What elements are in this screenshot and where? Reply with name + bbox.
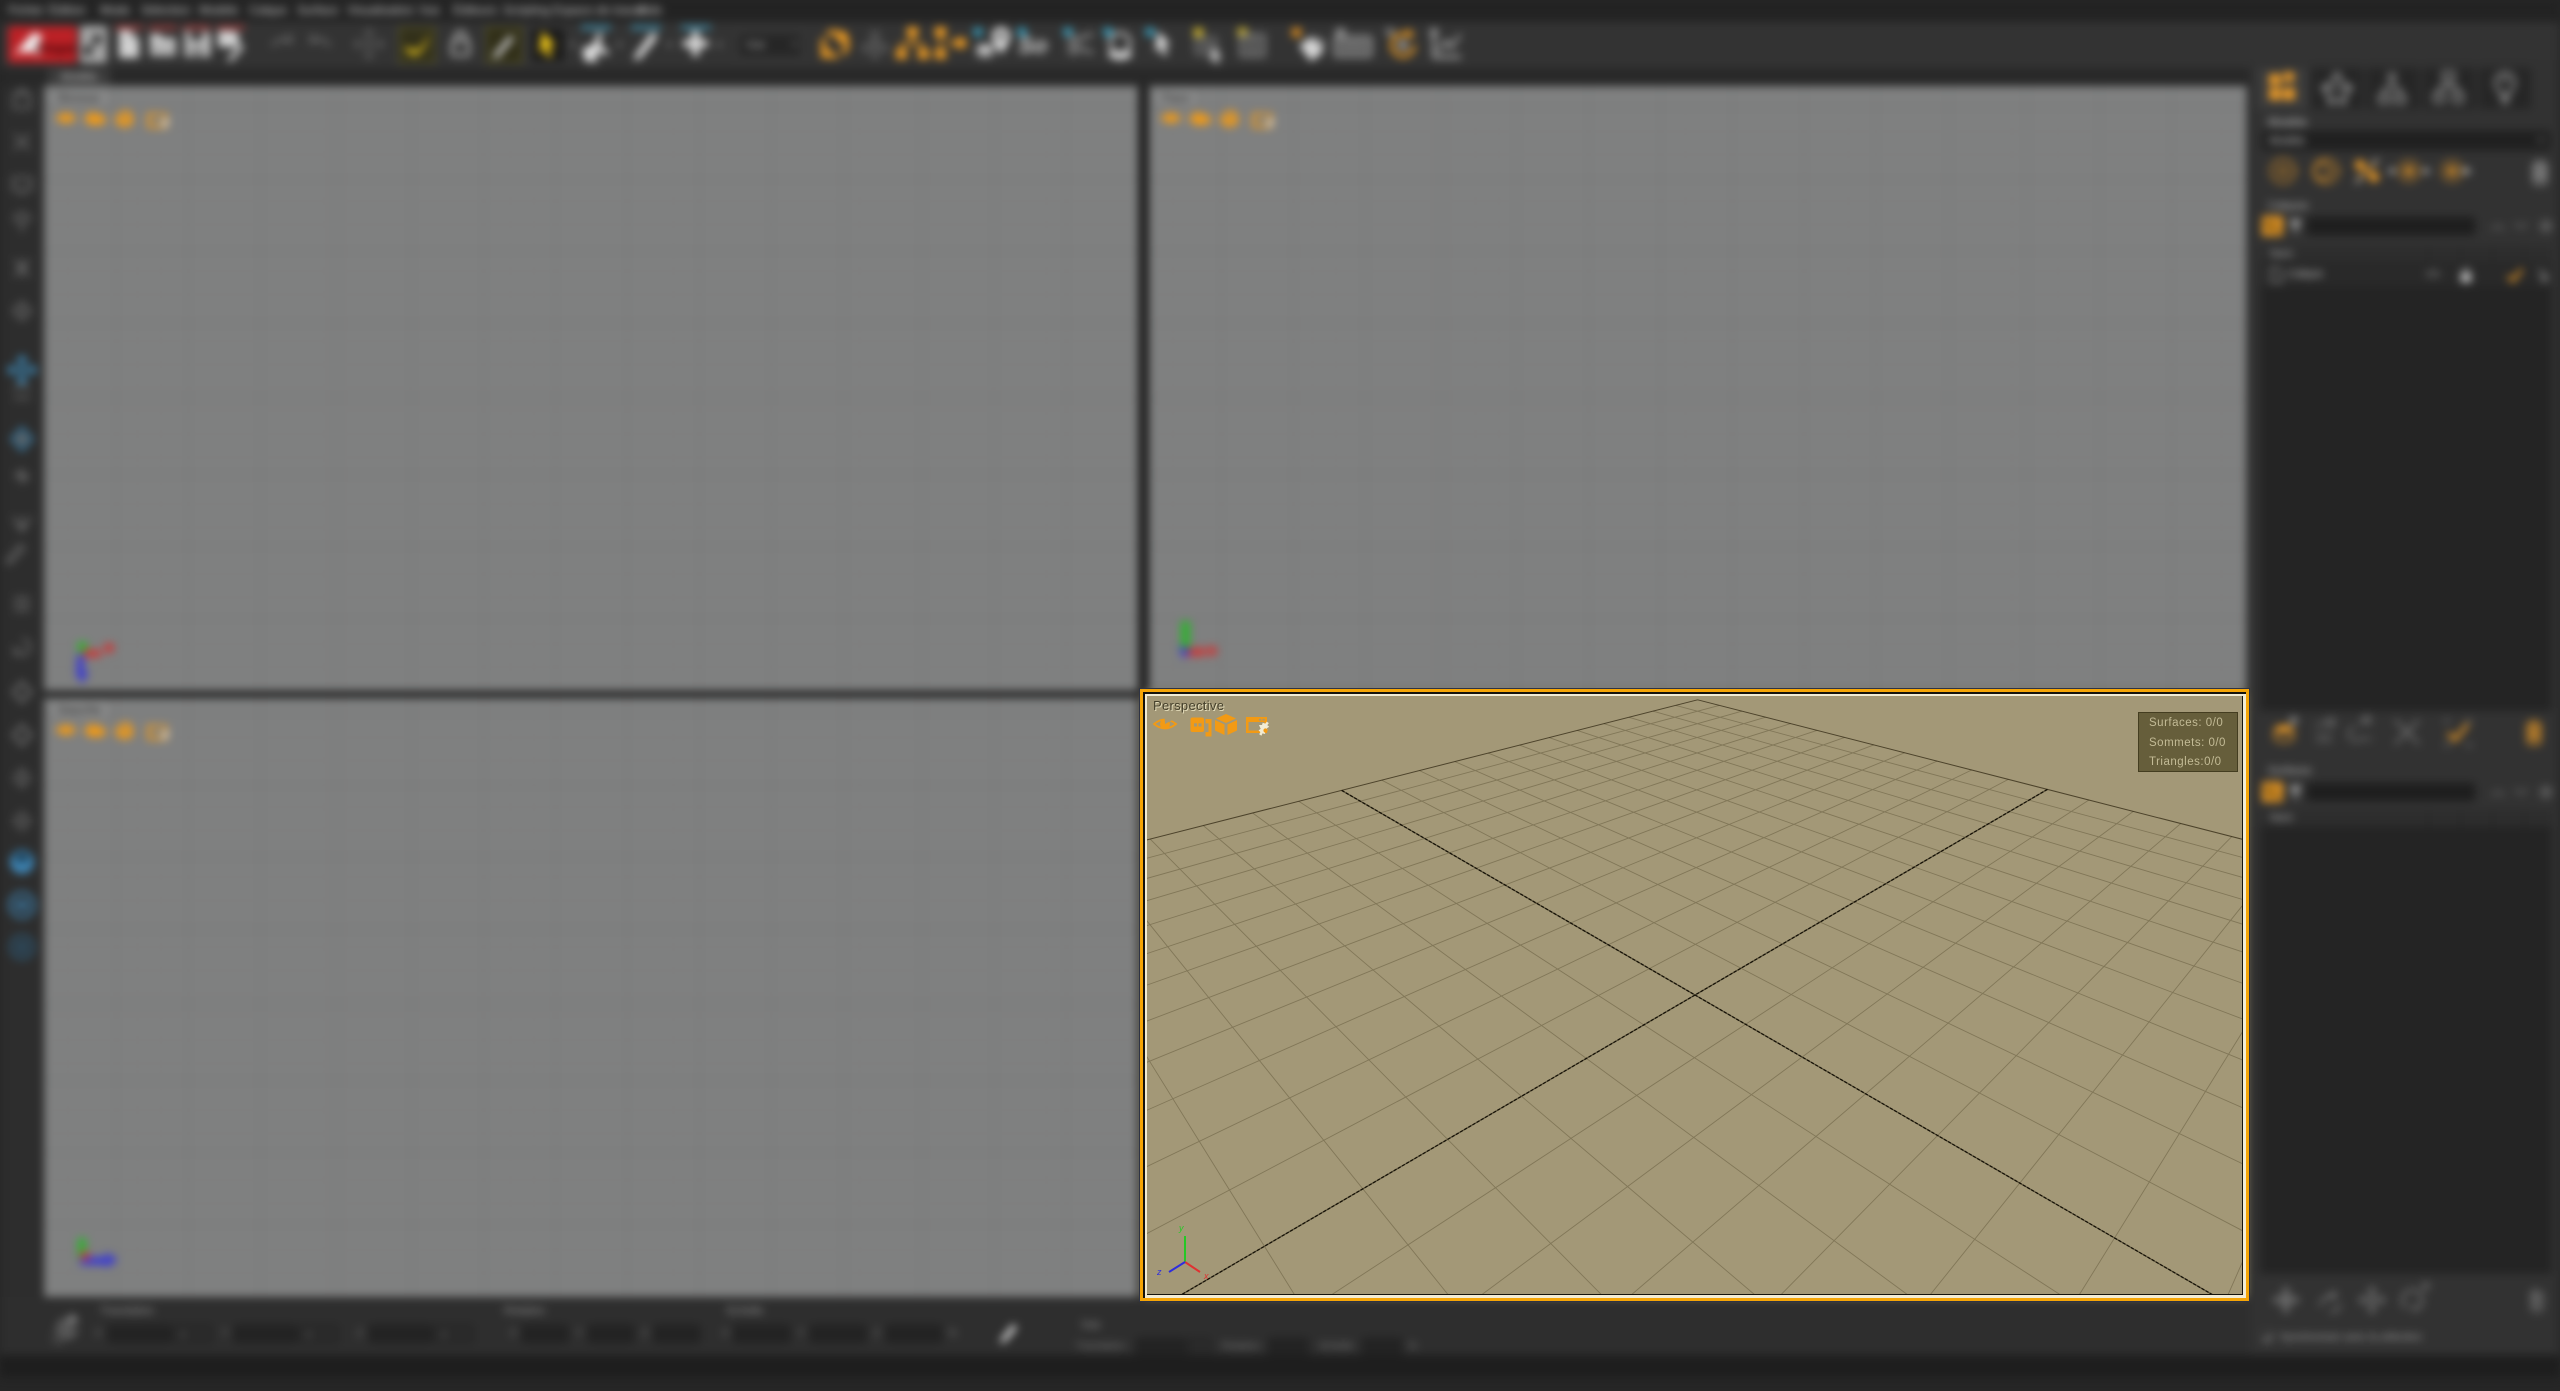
svg-text:z: z: [1156, 1267, 1162, 1277]
svg-text:y: y: [1178, 1223, 1184, 1233]
svg-text:x: x: [1203, 1271, 1209, 1281]
svg-text:So: So: [1018, 32, 1047, 58]
svg-text:Shaper: Shaper: [34, 40, 77, 56]
